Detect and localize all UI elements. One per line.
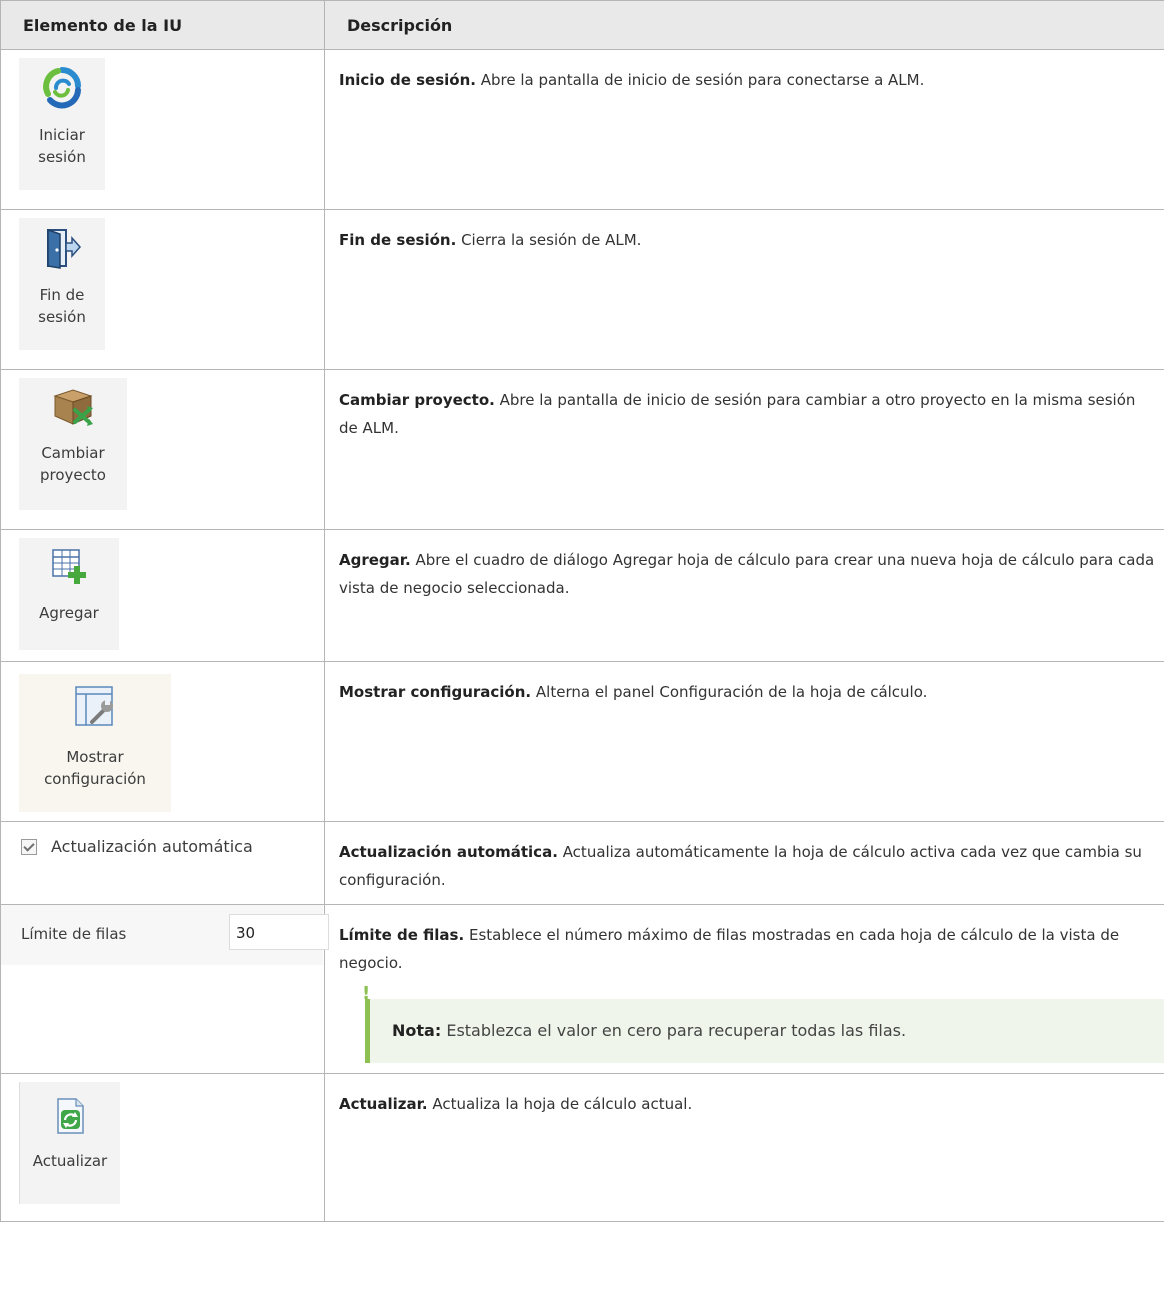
description-text: Actualiza la hoja de cálculo actual.	[432, 1095, 693, 1113]
refresh-icon	[57, 1098, 84, 1134]
logout-door-icon	[47, 228, 82, 269]
login-icon	[43, 67, 81, 109]
description-cell: Fin de sesión. Cierra la sesión de ALM.	[324, 209, 1164, 370]
button-label: Actualizar	[32, 1152, 108, 1170]
description-cell: Límite de filas. Establece el número máx…	[324, 904, 1164, 1074]
element-cell: Mostrar configuración	[0, 661, 325, 822]
description-title: Actualizar.	[339, 1095, 428, 1113]
column-header-description: Descripción	[324, 0, 1164, 50]
auto-refresh-option: Actualización automática	[1, 822, 324, 856]
description-cell: Cambiar proyecto. Abre la pantalla de in…	[324, 369, 1164, 530]
button-label: Mostrar	[66, 748, 124, 766]
table-row: Mostrar configuración Mostrar configurac…	[0, 661, 1164, 822]
description-cell: Mostrar configuración. Alterna el panel …	[324, 661, 1164, 822]
note-box: ! Nota: Establezca el valor en cero para…	[362, 985, 1164, 1063]
element-cell: Fin de sesión	[0, 209, 325, 370]
element-cell: Actualización automática	[0, 821, 325, 905]
button-label: proyecto	[40, 466, 106, 484]
add-sheet-button[interactable]: Agregar	[19, 538, 119, 650]
checkbox-checked-icon[interactable]	[21, 838, 37, 855]
description-title: Agregar.	[339, 551, 411, 569]
row-limit-input[interactable]: 30	[229, 914, 329, 950]
button-label: Cambiar	[41, 444, 105, 462]
element-cell: Iniciar sesión	[0, 49, 325, 210]
button-label: sesión	[38, 148, 86, 166]
description-text: Cierra la sesión de ALM.	[461, 231, 642, 249]
element-cell: Cambiar proyecto	[0, 369, 325, 530]
note-exclamation-icon: !	[362, 983, 371, 1004]
button-label: Agregar	[39, 604, 99, 622]
description-title: Cambiar proyecto.	[339, 391, 495, 409]
show-settings-icon	[75, 686, 113, 726]
auto-refresh-label[interactable]: Actualización automática	[51, 837, 253, 856]
table-row: Actualizar Actualizar. Actualiza la hoja…	[0, 1073, 1164, 1222]
element-cell: Agregar	[0, 529, 325, 662]
description-cell: Agregar. Abre el cuadro de diálogo Agreg…	[324, 529, 1164, 662]
element-cell: Actualizar	[0, 1073, 325, 1222]
note-text: Establezca el valor en cero para recuper…	[446, 1021, 907, 1040]
button-label: configuración	[44, 770, 146, 788]
table-header-row: Elemento de la IU Descripción	[0, 0, 1164, 50]
table-row: Agregar Agregar. Abre el cuadro de diálo…	[0, 529, 1164, 662]
refresh-button[interactable]: Actualizar	[19, 1082, 120, 1204]
change-project-button[interactable]: Cambiar proyecto	[19, 378, 127, 510]
description-text: Abre el cuadro de diálogo Agregar hoja d…	[339, 551, 1155, 597]
button-label: Fin de	[39, 286, 85, 304]
description-cell: Inicio de sesión. Abre la pantalla de in…	[324, 49, 1164, 210]
login-button[interactable]: Iniciar sesión	[19, 58, 105, 190]
ui-elements-table: Elemento de la IU Descripción Iniciar se…	[0, 0, 1164, 1222]
show-settings-button[interactable]: Mostrar configuración	[19, 674, 171, 812]
note-title: Nota:	[392, 1021, 442, 1040]
row-limit-control: Límite de filas 30	[1, 905, 329, 965]
table-row: Iniciar sesión Inicio de sesión. Abre la…	[0, 49, 1164, 210]
description-title: Actualización automática.	[339, 843, 558, 861]
button-label: Iniciar	[39, 126, 85, 144]
table-row: Fin de sesión Fin de sesión. Cierra la s…	[0, 209, 1164, 370]
description-cell: Actualizar. Actualiza la hoja de cálculo…	[324, 1073, 1164, 1222]
change-project-box-icon	[53, 389, 93, 426]
table-row: Límite de filas 30 Límite de filas. Esta…	[0, 904, 1164, 1074]
table-row: Cambiar proyecto Cambiar proyecto. Abre …	[0, 369, 1164, 530]
row-limit-label: Límite de filas	[21, 925, 127, 943]
description-title: Límite de filas.	[339, 926, 465, 944]
description-cell: Actualización automática. Actualiza auto…	[324, 821, 1164, 905]
button-label: sesión	[38, 308, 86, 326]
element-cell: Límite de filas 30	[0, 904, 329, 1074]
description-title: Fin de sesión.	[339, 231, 457, 249]
description-title: Inicio de sesión.	[339, 71, 476, 89]
description-text: Abre la pantalla de inicio de sesión par…	[480, 71, 925, 89]
description-title: Mostrar configuración.	[339, 683, 532, 701]
description-text: Alterna el panel Configuración de la hoj…	[535, 683, 928, 701]
logout-button[interactable]: Fin de sesión	[19, 218, 105, 350]
column-header-element: Elemento de la IU	[0, 0, 325, 50]
table-row: Actualización automática Actualización a…	[0, 821, 1164, 905]
add-sheet-icon	[52, 549, 86, 584]
